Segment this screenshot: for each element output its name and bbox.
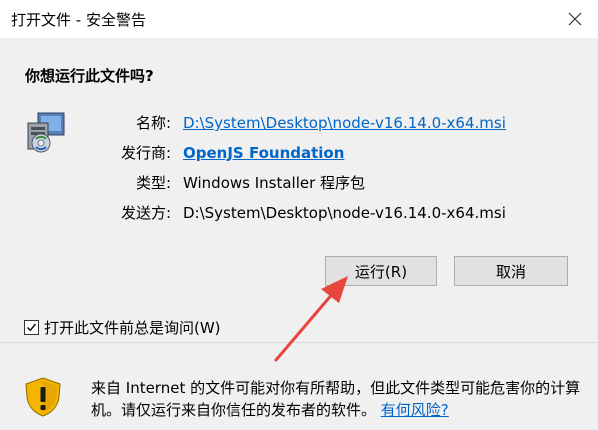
window-title: 打开文件 - 安全警告 [11,11,146,29]
field-row-from: 发送方: D:\System\Desktop\node-v16.14.0-x64… [0,202,598,224]
run-button[interactable]: 运行(R) [325,256,437,286]
field-row-type: 类型: Windows Installer 程序包 [0,172,598,194]
title-bar: 打开文件 - 安全警告 [0,0,598,38]
file-name-link[interactable]: D:\System\Desktop\node-v16.14.0-x64.msi [183,112,506,134]
always-ask-label: 打开此文件前总是询问(W) [44,318,221,337]
close-icon [568,12,582,26]
close-button[interactable] [552,0,598,38]
footer-warning-text: 来自 Internet 的文件可能对你有所帮助，但此文件类型可能危害你的计算机。… [91,377,581,421]
question-heading: 你想运行此文件吗? [25,67,154,85]
field-label-name: 名称: [135,114,171,132]
always-ask-option[interactable]: 打开此文件前总是询问(W) [24,316,221,338]
dialog-body: 你想运行此文件吗? 名称: D:\System\Desktop\node-v16… [0,38,598,342]
file-type-value: Windows Installer 程序包 [183,174,366,192]
checkmark-icon [26,323,37,331]
cancel-button[interactable]: 取消 [454,256,568,286]
footer-warning-message: 来自 Internet 的文件可能对你有所帮助，但此文件类型可能危害你的计算机。… [91,379,581,419]
field-row-name: 名称: D:\System\Desktop\node-v16.14.0-x64.… [0,112,598,134]
what-is-risk-link[interactable]: 有何风险? [381,401,449,419]
field-label-type: 类型: [135,174,171,192]
field-row-publisher: 发行商: OpenJS Foundation [0,142,598,164]
from-value: D:\System\Desktop\node-v16.14.0-x64.msi [183,204,506,222]
field-label-from: 发送方: [120,204,171,222]
shield-warning-icon [25,377,61,417]
publisher-link[interactable]: OpenJS Foundation [183,142,344,164]
footer: 来自 Internet 的文件可能对你有所帮助，但此文件类型可能危害你的计算机。… [0,343,598,430]
always-ask-checkbox[interactable] [24,319,39,335]
field-label-publisher: 发行商: [120,144,171,162]
